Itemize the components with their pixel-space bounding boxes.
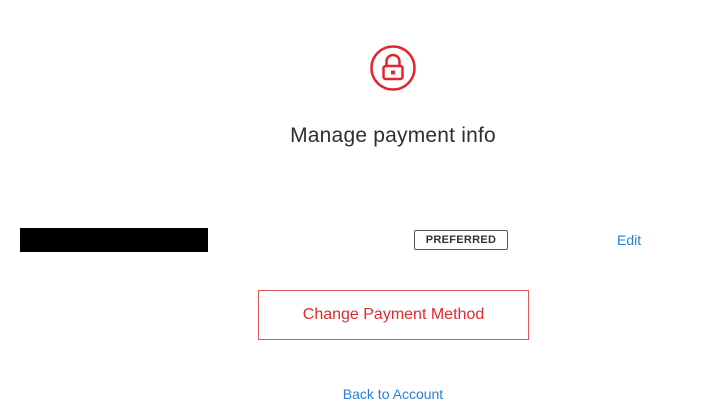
redacted-payment-method bbox=[20, 228, 208, 252]
page-title: Manage payment info bbox=[290, 124, 496, 147]
lock-icon bbox=[369, 44, 417, 92]
edit-link[interactable]: Edit bbox=[617, 232, 641, 248]
manage-payment-page: Manage payment info PREFERRED Edit Chang… bbox=[0, 0, 717, 413]
back-to-account-link[interactable]: Back to Account bbox=[0, 386, 717, 402]
change-payment-method-button[interactable]: Change Payment Method bbox=[258, 290, 529, 340]
preferred-badge: PREFERRED bbox=[414, 230, 508, 250]
